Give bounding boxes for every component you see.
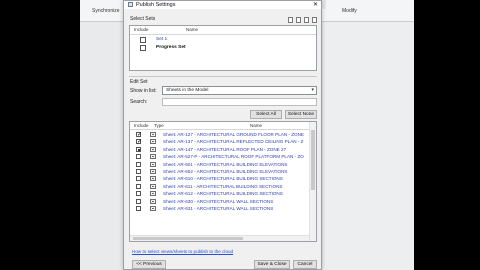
view-include-checkbox[interactable] <box>136 161 141 167</box>
view-name: Sheet: AR-527-P - ARCHITECTURAL ROOF PLA… <box>163 154 304 160</box>
view-row[interactable]: Sheet: AR-611 - ARCHITECTURAL BUILDING S… <box>130 183 310 190</box>
view-name: Sheet: AR-137 - ARCHITECTURAL REFLECTED … <box>163 139 304 145</box>
sheet-icon <box>150 154 156 160</box>
view-name: Sheet: AR-127 - ARCHITECTURAL GROUND FLO… <box>163 132 304 137</box>
view-include-checkbox[interactable] <box>136 146 141 152</box>
sheet-icon <box>150 206 156 211</box>
sheet-icon <box>150 176 156 182</box>
view-name: Sheet: AR-610 - ARCHITECTURAL BUILDING S… <box>163 176 283 182</box>
view-include-checkbox[interactable] <box>136 191 141 197</box>
chevron-down-icon[interactable]: ▾ <box>311 87 314 94</box>
sheet-icon <box>150 198 156 204</box>
sheet-icon <box>150 161 156 167</box>
set-1-checkbox[interactable] <box>140 37 146 43</box>
vertical-scroll-thumb[interactable] <box>311 130 315 190</box>
sheet-icon <box>150 146 156 152</box>
view-name: Sheet: AR-602 - ARCHITECTURAL BUILDING E… <box>163 169 288 174</box>
save-close-button[interactable]: Save & Close <box>254 260 290 269</box>
view-row[interactable]: Sheet: AR-602 - ARCHITECTURAL BUILDING E… <box>130 168 310 175</box>
close-icon[interactable]: ✕ <box>313 1 318 9</box>
sheet-icon <box>150 132 156 137</box>
view-name: Sheet: AR-631 - ARCHITECTURAL WALL SECTI… <box>163 206 274 211</box>
progress-set-checkbox[interactable] <box>140 45 146 51</box>
app-icon <box>128 2 133 7</box>
show-in-list-label: Show in list: <box>130 88 157 94</box>
view-row[interactable]: Sheet: AR-147 - ARCHITECTURAL ROOF PLAN … <box>130 146 310 153</box>
horizontal-scroll-thumb[interactable] <box>133 237 243 240</box>
view-include-checkbox[interactable] <box>136 131 142 138</box>
view-include-checkbox[interactable] <box>136 198 141 204</box>
view-row[interactable]: Sheet: AR-601 - ARCHITECTURAL BUILDING E… <box>130 161 310 168</box>
view-include-checkbox[interactable] <box>136 206 141 211</box>
sets-list: Include Name Set 1 Progress Set <box>129 25 317 71</box>
view-name: Sheet: AR-147 - ARCHITECTURAL ROOF PLAN … <box>163 146 287 152</box>
video-frame: Synchronize Modify Publish Settings ✕ Se… <box>0 0 480 270</box>
section-divider <box>129 76 317 77</box>
show-in-list-value: Sheets in the Model <box>166 88 209 93</box>
dialog-titlebar: Publish Settings ✕ <box>124 1 321 9</box>
set-name[interactable]: Progress Set <box>156 45 186 50</box>
view-name: Sheet: AR-612 - ARCHITECTURAL BUILDING S… <box>163 191 283 197</box>
horizontal-scrollbar[interactable] <box>130 235 309 241</box>
dialog-title: Publish Settings <box>136 2 176 8</box>
previous-button[interactable]: << Previous <box>132 260 166 269</box>
ribbon-synchronize[interactable]: Synchronize <box>92 8 120 14</box>
sheet-icon <box>150 139 156 145</box>
search-input[interactable] <box>162 98 317 106</box>
properties-panel <box>323 22 414 270</box>
view-row[interactable]: Sheet: AR-527-P - ARCHITECTURAL ROOF PLA… <box>130 153 310 160</box>
view-row[interactable]: Sheet: AR-631 - ARCHITECTURAL WALL SECTI… <box>130 205 310 212</box>
set-name[interactable]: Set 1 <box>156 37 167 42</box>
view-include-checkbox[interactable] <box>136 183 141 189</box>
view-include-checkbox[interactable] <box>136 176 141 182</box>
view-include-checkbox[interactable] <box>136 138 142 145</box>
publish-settings-dialog: Publish Settings ✕ Select Sets Include N… <box>123 0 322 270</box>
sets-include-header: Include <box>134 27 149 32</box>
view-row[interactable]: Sheet: AR-127 - ARCHITECTURAL GROUND FLO… <box>130 131 310 138</box>
view-name: Sheet: AR-611 - ARCHITECTURAL BUILDING S… <box>163 183 283 189</box>
search-label: Search: <box>130 99 148 105</box>
select-none-button[interactable]: Select None <box>285 110 317 119</box>
views-type-header[interactable]: Type <box>154 123 164 128</box>
sheet-icon <box>150 183 156 189</box>
show-in-list-dropdown[interactable]: Sheets in the Model ▾ <box>162 86 317 95</box>
view-name: Sheet: AR-630 - ARCHITECTURAL WALL SECTI… <box>163 198 274 204</box>
view-row[interactable]: Sheet: AR-612 - ARCHITECTURAL BUILDING S… <box>130 190 310 197</box>
sets-name-header: Name <box>186 27 199 32</box>
views-include-header[interactable]: Include <box>134 123 149 128</box>
views-header: Include Type Name <box>130 122 310 130</box>
rename-set-icon[interactable] <box>304 17 309 23</box>
sheet-icon <box>150 191 156 197</box>
views-name-header[interactable]: Name <box>250 123 262 128</box>
new-set-icon[interactable] <box>288 17 293 23</box>
vertical-scrollbar[interactable] <box>309 122 316 241</box>
sheet-icon <box>150 169 156 174</box>
view-name: Sheet: AR-601 - ARCHITECTURAL BUILDING E… <box>163 161 288 167</box>
help-link[interactable]: How to select views/sheets to publish to… <box>132 249 233 254</box>
cancel-button[interactable]: Cancel <box>293 260 317 269</box>
view-include-checkbox[interactable] <box>136 154 141 160</box>
sets-header-divider <box>130 34 316 35</box>
view-row[interactable]: Sheet: AR-137 - ARCHITECTURAL REFLECTED … <box>130 138 310 145</box>
select-all-button[interactable]: Select All <box>250 110 282 119</box>
select-sets-label: Select Sets <box>130 16 156 22</box>
duplicate-set-icon[interactable] <box>296 17 301 23</box>
view-include-checkbox[interactable] <box>136 169 141 174</box>
view-row[interactable]: Sheet: AR-610 - ARCHITECTURAL BUILDING S… <box>130 175 310 182</box>
edit-set-label: Edit Set <box>130 79 148 85</box>
view-row[interactable]: Sheet: AR-630 - ARCHITECTURAL WALL SECTI… <box>130 198 310 205</box>
views-list: Include Type Name Sheet: AR-127 - ARCHIT… <box>129 121 317 242</box>
ribbon-modify[interactable]: Modify <box>342 8 357 14</box>
delete-set-icon[interactable] <box>312 17 317 23</box>
